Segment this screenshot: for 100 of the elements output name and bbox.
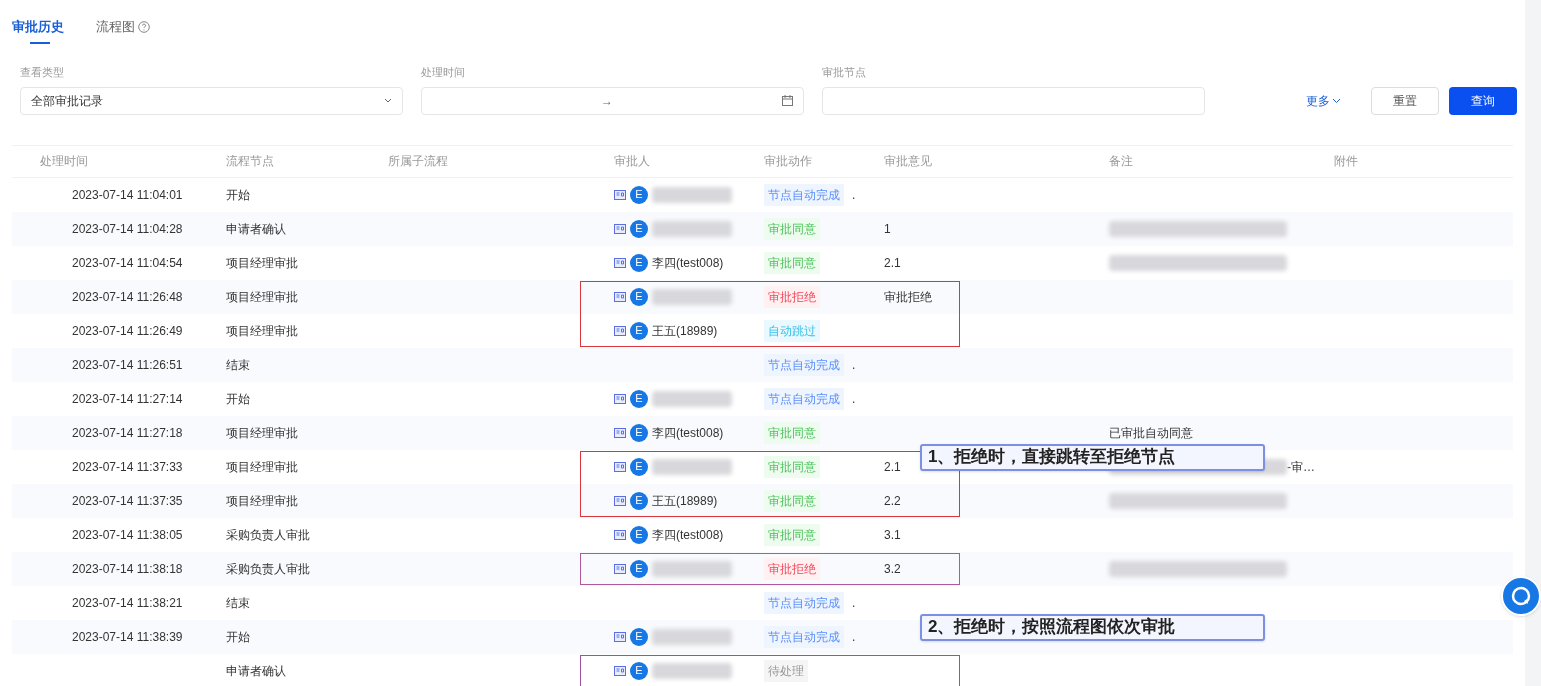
approver-name: 李四(test008) (652, 254, 724, 272)
column-header: 处理时间 (40, 154, 88, 168)
type-select[interactable]: 全部审批记录 (20, 86, 403, 115)
table-cell: 1 (884, 221, 891, 236)
table-cell: 3.1 (884, 527, 901, 542)
id-card-icon[interactable] (614, 223, 626, 234)
id-card-icon[interactable] (614, 427, 626, 438)
avatar: E (630, 389, 648, 408)
table-cell: 开始 (226, 629, 250, 644)
status-tag: 审批同意 (764, 489, 820, 512)
avatar: E (630, 219, 648, 238)
status-tag: 审批拒绝 (764, 285, 820, 308)
avatar: E (630, 559, 648, 578)
table-cell: 2023-07-14 11:38:39 (72, 629, 183, 644)
table-cell: 2023-07-14 11:38:05 (72, 527, 183, 542)
more-link[interactable]: 更多 (1306, 91, 1341, 110)
table-cell: 2023-07-14 11:38:18 (72, 561, 183, 576)
id-card-icon[interactable] (614, 529, 626, 540)
table-cell: 结束 (226, 357, 250, 372)
table-cell: 项目经理审批 (226, 289, 298, 304)
id-card-icon[interactable] (614, 291, 626, 302)
table-cell: 2023-07-14 11:27:18 (72, 425, 183, 440)
id-card-icon[interactable] (614, 461, 626, 472)
table-cell: 2023-07-14 11:26:49 (72, 323, 183, 338)
status-tag: 节点自动完成 (764, 183, 844, 206)
id-card-icon[interactable] (614, 325, 626, 336)
table-cell: 3.2 (884, 561, 901, 576)
status-tag: 审批同意 (764, 455, 820, 478)
avatar: E (630, 457, 648, 476)
status-tag: 审批同意 (764, 217, 820, 240)
avatar: E (630, 661, 648, 680)
table-cell: 2023-07-14 11:37:33 (72, 459, 183, 474)
id-card-icon[interactable] (614, 563, 626, 574)
column-header: 所属子流程 (388, 154, 448, 168)
chevron-down-icon (384, 98, 392, 103)
approver-name: 王五(18989) (652, 322, 718, 340)
reset-button[interactable]: 重置 (1371, 86, 1439, 115)
table-cell: 项目经理审批 (226, 255, 298, 270)
avatar: E (630, 253, 648, 272)
avatar: E (630, 627, 648, 646)
table-cell: 2.1 (884, 255, 901, 270)
status-tag: 待处理 (764, 659, 808, 682)
table-cell: 项目经理审批 (226, 493, 298, 508)
tab[interactable]: 流程图 (96, 14, 150, 40)
table-cell: 2023-07-14 11:27:14 (72, 391, 183, 406)
column-header: 备注 (1109, 154, 1133, 168)
table-cell: 2023-07-14 11:04:54 (72, 255, 183, 270)
table-cell: 2023-07-14 11:04:01 (72, 187, 183, 202)
column-header: 审批人 (614, 154, 650, 168)
approver-name: 李四(test008) (652, 424, 724, 442)
date-range-field[interactable]: → (421, 86, 804, 115)
avatar: E (630, 423, 648, 442)
approver-name: 李四(test008) (652, 526, 724, 544)
status-tag: 审批同意 (764, 251, 820, 274)
status-tag: 审批拒绝 (764, 557, 820, 580)
table-cell: 申请者确认 (226, 221, 286, 236)
table-cell-text: . (852, 186, 856, 204)
table-cell: 2.1 (884, 459, 901, 474)
table-cell: 开始 (226, 187, 250, 202)
calendar-icon (782, 95, 793, 106)
column-header: 流程节点 (226, 154, 274, 168)
table-cell: 开始 (226, 391, 250, 406)
id-card-icon[interactable] (614, 631, 626, 642)
node-field[interactable] (822, 86, 1205, 115)
table-cell-text: . (852, 628, 856, 646)
status-tag: 审批同意 (764, 523, 820, 546)
query-button[interactable]: 查询 (1449, 86, 1517, 115)
chat-button[interactable] (1501, 576, 1541, 616)
column-header: 审批意见 (884, 154, 932, 168)
table-cell: 2.2 (884, 493, 901, 508)
table-cell: 采购负责人审批 (226, 561, 310, 576)
column-header: 审批动作 (764, 154, 812, 168)
table-cell-text: 已审批自动同意 (1109, 424, 1193, 442)
id-card-icon[interactable] (614, 665, 626, 676)
table-cell: 2023-07-14 11:38:21 (72, 595, 183, 610)
table-cell-text: . (852, 356, 856, 374)
id-card-icon[interactable] (614, 495, 626, 506)
table-cell: 结束 (226, 595, 250, 610)
avatar: E (630, 321, 648, 340)
status-tag: 节点自动完成 (764, 387, 844, 410)
status-tag: 自动跳过 (764, 319, 820, 342)
avatar: E (630, 525, 648, 544)
field-label: 处理时间 (421, 65, 466, 80)
callout-note: 2、拒绝时，按照流程图依次审批 (920, 613, 1265, 641)
avatar: E (630, 185, 648, 204)
status-tag: 节点自动完成 (764, 353, 844, 376)
avatar: E (630, 287, 648, 306)
table-cell-text: . (852, 390, 856, 408)
table-cell: 项目经理审批 (226, 323, 298, 338)
id-card-icon[interactable] (614, 189, 626, 200)
id-card-icon[interactable] (614, 257, 626, 268)
chat-icon (1511, 586, 1531, 606)
table-cell: 2023-07-14 11:26:48 (72, 289, 183, 304)
status-tag: 节点自动完成 (764, 591, 844, 614)
field-label: 审批节点 (822, 65, 867, 80)
id-card-icon[interactable] (614, 393, 626, 404)
table-cell: 2023-07-14 11:26:51 (72, 357, 183, 372)
status-tag: 审批同意 (764, 421, 820, 444)
column-header: 附件 (1334, 154, 1358, 168)
avatar: E (630, 491, 648, 510)
